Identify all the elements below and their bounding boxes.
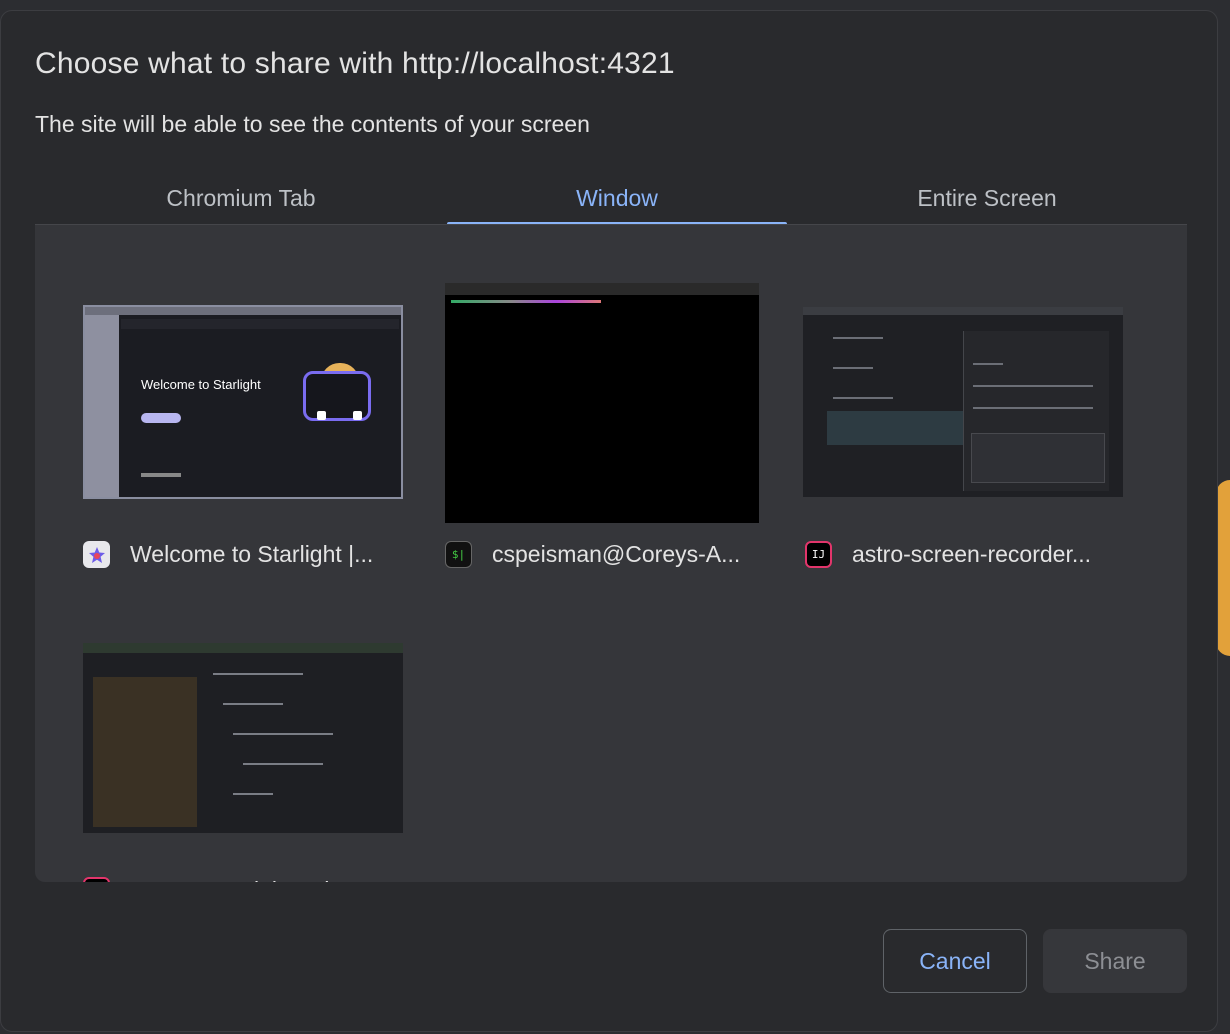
share-source-tabs: Chromium Tab Window Entire Screen [35,171,1187,226]
window-title: cspeisman@Coreys-A... [492,541,741,567]
window-thumbnail [803,307,1123,497]
window-item-extraterrestrial-ide[interactable]: IJ extraterrestrial-earth [35,605,415,882]
intellij-icon: IJ [805,541,832,568]
window-title: Welcome to Starlight |... [130,541,374,567]
window-item-terminal[interactable]: $| cspeisman@Coreys-A... [415,225,795,585]
thumbnail-heading: Welcome to Starlight [141,377,261,392]
window-title: astro-screen-recorder... [852,541,1092,567]
share-button[interactable]: Share [1043,929,1187,993]
dialog-title: Choose what to share with http://localho… [35,47,675,80]
background-window-edge [1216,480,1230,656]
intellij-icon: IJ [83,877,110,882]
dialog-subtitle: The site will be able to see the content… [35,111,590,137]
window-thumbnail [445,283,759,523]
tab-chromium-tab[interactable]: Chromium Tab [35,171,447,225]
tab-window[interactable]: Window [447,171,787,226]
tab-entire-screen[interactable]: Entire Screen [787,171,1187,225]
window-list-panel: Welcome to Starlight Welcome to Starligh… [35,224,1187,882]
cancel-button[interactable]: Cancel [883,929,1027,993]
window-thumbnail: Welcome to Starlight [83,305,403,499]
window-title: extraterrestrial-earth [130,877,337,882]
window-item-astro-ide[interactable]: IJ astro-screen-recorder... [775,225,1175,585]
screen-share-dialog: Choose what to share with http://localho… [0,10,1218,1032]
terminal-icon: $| [445,541,472,568]
starlight-browser-icon [83,541,110,568]
window-item-starlight[interactable]: Welcome to Starlight Welcome to Starligh… [35,225,415,585]
window-thumbnail [83,643,403,833]
